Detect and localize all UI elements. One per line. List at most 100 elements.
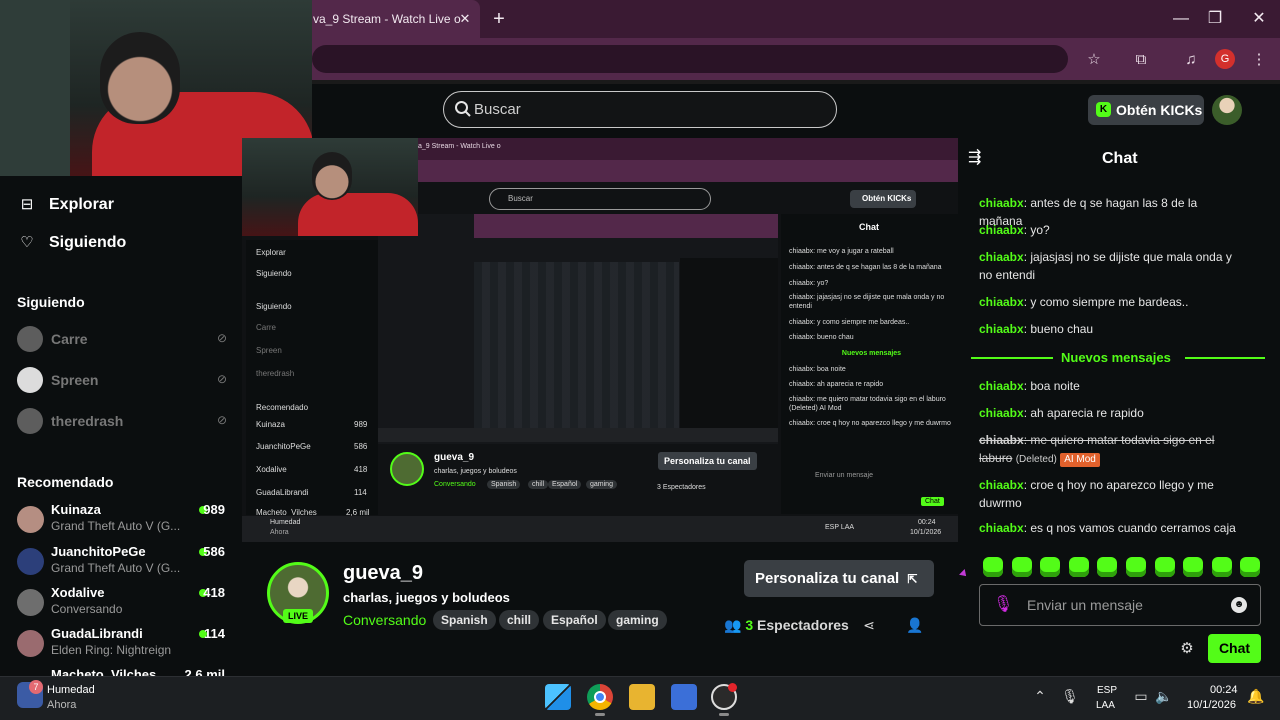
sidebar-item-explorar[interactable]: Explorar — [18, 193, 114, 217]
nested-kicks-button: Obtén KICKs — [850, 190, 916, 208]
minimize-button[interactable]: — — [1166, 6, 1196, 32]
weather-title[interactable]: Humedad — [47, 684, 95, 696]
volume-icon[interactable]: 🔈 — [1155, 688, 1173, 705]
divider — [1185, 357, 1265, 359]
emote-icon[interactable] — [1068, 557, 1089, 577]
nested-chat: Chat chiaabx: me voy a jugar a rateball … — [781, 214, 958, 514]
microphone-icon[interactable]: 🎙 — [993, 594, 1013, 616]
notifications-bell-icon[interactable]: 🔔 — [1247, 688, 1265, 705]
channel-name: Macheto_Vilches — [51, 667, 157, 676]
viewer-count: 2,6 mil — [184, 667, 225, 676]
recommended-channel[interactable]: JuanchitoPeGe Grand Theft Auto V (G... 5… — [17, 544, 227, 584]
customize-channel-button[interactable]: Personaliza tu canal ⇱ — [744, 560, 934, 597]
stream-tag[interactable]: Español — [543, 610, 606, 630]
browser-tab[interactable]: va_9 Stream - Watch Live o — [305, 0, 480, 38]
follow-user-icon[interactable]: 👤 — [905, 616, 925, 634]
stream-tag[interactable]: gaming — [608, 610, 667, 630]
chat-username[interactable]: chiaabx — [979, 379, 1024, 393]
sidebar-item-siguiendo[interactable]: Siguiendo — [18, 231, 126, 255]
windows-start-icon[interactable] — [545, 684, 571, 710]
collapse-chat-icon[interactable]: ⇶ — [968, 148, 990, 168]
tab-close-icon[interactable]: ✕ — [455, 9, 475, 29]
user-avatar[interactable] — [1212, 95, 1242, 125]
chat-username[interactable]: chiaabx — [979, 478, 1024, 492]
channel-name: JuanchitoPeGe — [51, 544, 146, 559]
stream-tag[interactable]: chill — [499, 610, 540, 630]
clock-time[interactable]: 00:24 — [1210, 684, 1238, 696]
browser-profile-avatar[interactable]: G — [1215, 49, 1235, 69]
running-indicator — [719, 713, 729, 716]
emote-icon[interactable] — [1040, 557, 1061, 577]
external-link-icon: ⇱ — [907, 572, 918, 586]
nested-chat-line: chiaabx: ah aparecia re rapido — [789, 381, 884, 388]
chat-settings-gear-icon[interactable]: ⚙ — [1178, 640, 1196, 658]
nested-chat-line: chiaabx: boa noite — [789, 366, 846, 373]
offline-icon: ⊘ — [216, 372, 227, 386]
stream-category-link[interactable]: Conversando — [343, 612, 426, 628]
emote-icon[interactable] — [1211, 557, 1232, 577]
nested-customize-button: Personaliza tu canal — [658, 452, 757, 470]
language-indicator[interactable]: ESP — [1097, 685, 1117, 696]
following-section-title: Siguiendo — [17, 294, 85, 310]
maximize-button[interactable]: ❐ — [1200, 6, 1230, 32]
emote-icon[interactable] — [1240, 557, 1261, 577]
viewers-label: Espectadores — [757, 617, 849, 633]
chat-username[interactable]: chiaabx — [979, 433, 1024, 447]
recommended-section-title: Recomendado — [17, 474, 114, 490]
microphone-tray-icon[interactable]: 🎙 — [1061, 688, 1079, 705]
network-icon[interactable]: ▭ — [1132, 688, 1150, 705]
recommended-channel[interactable]: Kuinaza Grand Theft Auto V (G... 989 — [17, 502, 227, 542]
chat-username[interactable]: chiaabx — [979, 406, 1024, 420]
window-close-button[interactable]: ✕ — [1244, 6, 1274, 32]
media-controls-icon[interactable]: ♫ — [1178, 47, 1204, 73]
share-icon[interactable]: ⋖ — [860, 616, 878, 634]
nested-chat-line: chiaabx: jajasjasj no se dijiste que mal… — [789, 294, 945, 310]
browser-menu-icon[interactable]: ⋮ — [1246, 47, 1272, 73]
followed-channel[interactable]: theredrash ⊘ — [17, 406, 227, 438]
nested-side-item: Recomendado — [256, 403, 309, 412]
channel-name: Spreen — [51, 372, 99, 388]
chat-username[interactable]: chiaabx — [979, 322, 1024, 336]
nested-side-item: Spreen — [256, 346, 282, 355]
emote-icon[interactable] — [1126, 557, 1146, 577]
emote-icon[interactable] — [1097, 557, 1118, 577]
recommended-channel[interactable]: Xodalive Conversando 418 — [17, 585, 227, 625]
extensions-icon[interactable]: ⧉ — [1128, 47, 1154, 73]
bookmark-star-icon[interactable]: ☆ — [1081, 47, 1107, 73]
nested-side-item: Xodalive — [256, 465, 287, 474]
emote-icon[interactable] — [1154, 557, 1175, 577]
file-explorer-icon[interactable] — [629, 684, 655, 710]
nested-deep-chrome — [474, 214, 778, 238]
emote-icon[interactable] — [1011, 557, 1032, 577]
chrome-icon-center — [594, 691, 606, 703]
emote-icon[interactable] — [983, 557, 1003, 577]
chat-username[interactable]: chiaabx — [979, 223, 1024, 237]
app-taskbar-icon[interactable] — [671, 684, 697, 710]
viewer-count: 114 — [204, 626, 225, 641]
recommended-channel[interactable]: GuadaLibrandi Elden Ring: Nightreign 114 — [17, 626, 227, 666]
recommended-channel[interactable]: Macheto_Vilches 2,6 mil — [17, 667, 227, 676]
emote-icon[interactable] — [1183, 557, 1204, 577]
followed-channel[interactable]: Spreen ⊘ — [17, 365, 227, 397]
streamer-name[interactable]: gueva_9 — [343, 562, 423, 585]
chat-username[interactable]: chiaabx — [979, 196, 1024, 210]
emoji-picker-icon[interactable]: ☻ — [1231, 597, 1247, 613]
new-tab-button[interactable]: + — [486, 6, 512, 32]
nested-chat-line: chiaabx: me quiero matar todavia sigo en… — [789, 396, 946, 412]
nested-weather-title: Humedad — [270, 519, 301, 526]
nested-avatar — [390, 452, 424, 486]
nested-side-count: 989 — [354, 420, 368, 429]
chat-username[interactable]: chiaabx — [979, 295, 1024, 309]
tray-chevron-up-icon[interactable]: ⌃ — [1031, 688, 1049, 705]
avatar — [17, 630, 44, 657]
chat-username[interactable]: chiaabx — [979, 521, 1024, 535]
chat-send-button[interactable]: Chat — [1208, 634, 1261, 663]
followed-channel[interactable]: Carre ⊘ — [17, 324, 227, 356]
chat-username[interactable]: chiaabx — [979, 250, 1024, 264]
address-bar[interactable] — [312, 45, 1068, 73]
channel-name: Kuinaza — [51, 502, 101, 517]
stream-tag[interactable]: Spanish — [433, 610, 496, 630]
channel-name: GuadaLibrandi — [51, 626, 143, 641]
channel-category: Grand Theft Auto V (G... — [51, 561, 181, 575]
nested-side-count: 586 — [354, 442, 368, 451]
